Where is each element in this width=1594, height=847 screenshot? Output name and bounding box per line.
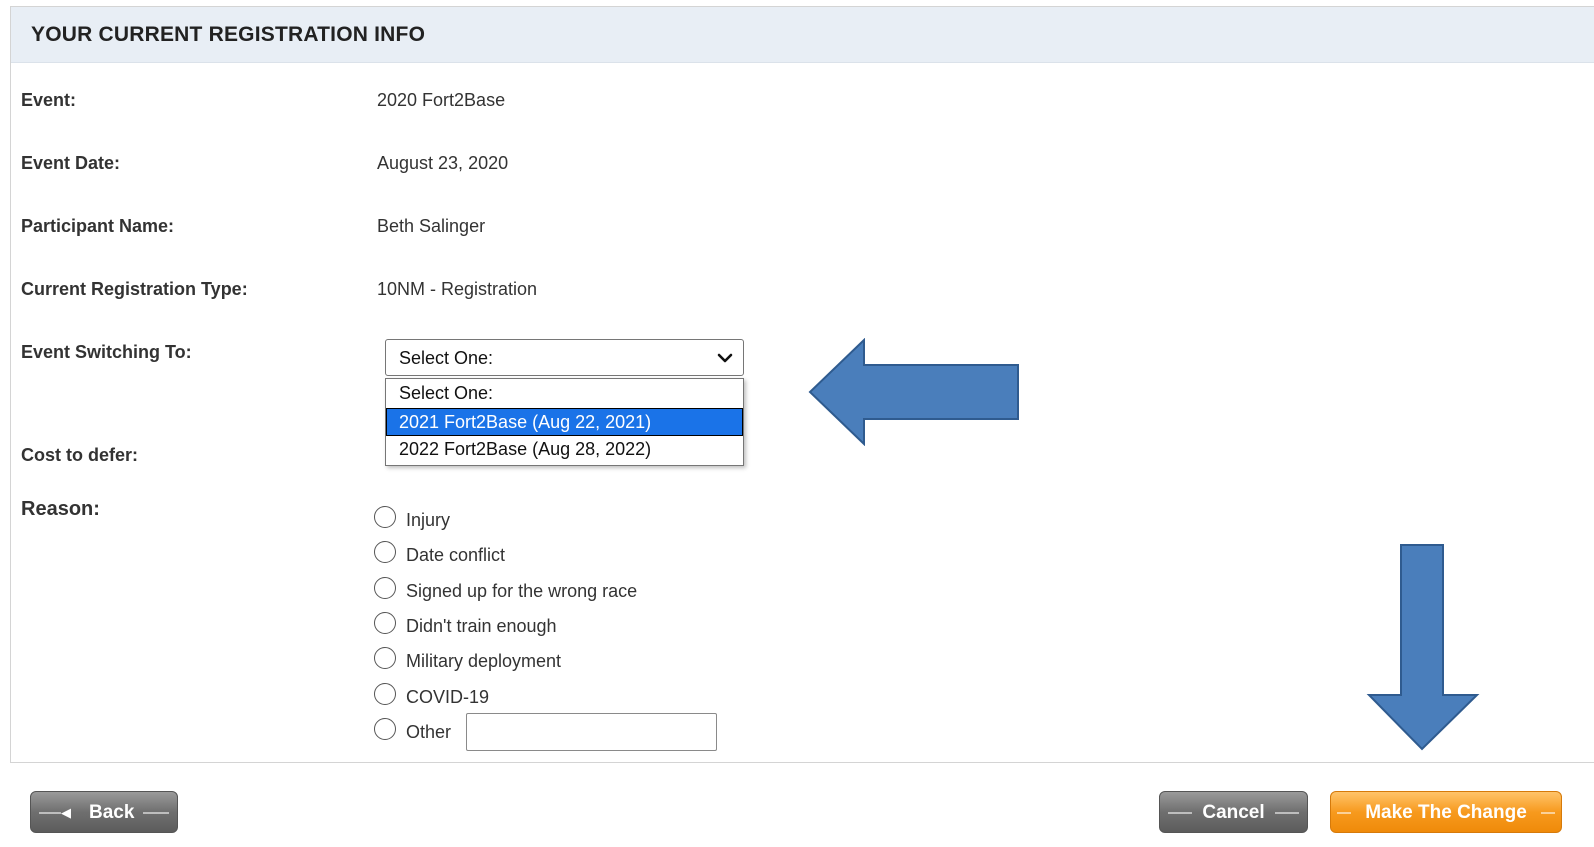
cancel-button-label: Cancel — [1202, 802, 1265, 823]
back-arrow-icon: ◀ — [61, 805, 71, 820]
left-arrow-annotation-icon — [808, 338, 1019, 446]
event-switching-select[interactable]: Select One: — [385, 339, 744, 376]
panel-title: YOUR CURRENT REGISTRATION INFO — [31, 23, 426, 46]
registration-panel: YOUR CURRENT REGISTRATION INFO — [10, 6, 1594, 763]
participant-name-value: Beth Salinger — [377, 216, 486, 236]
radio-button[interactable] — [374, 541, 396, 563]
event-value: 2020 Fort2Base — [377, 90, 506, 110]
reason-label-text: Signed up for the wrong race — [406, 581, 638, 601]
chevron-down-icon — [717, 353, 733, 363]
cost-to-defer-label: Cost to defer: — [21, 445, 138, 465]
make-the-change-label: Make The Change — [1365, 802, 1527, 823]
radio-button[interactable] — [374, 683, 396, 705]
event-label: Event: — [21, 90, 77, 110]
radio-button[interactable] — [374, 612, 396, 634]
panel-header: YOUR CURRENT REGISTRATION INFO — [11, 7, 1594, 63]
event-option-select-one[interactable]: Select One: — [387, 380, 742, 406]
radio-button[interactable] — [374, 647, 396, 669]
other-reason-input[interactable] — [466, 713, 717, 751]
event-date-value: August 23, 2020 — [377, 153, 509, 173]
reason-label-text: Military deployment — [406, 651, 562, 671]
registration-type-label: Current Registration Type: — [21, 279, 248, 299]
down-arrow-annotation-icon — [1366, 544, 1480, 751]
event-select-value: Select One: — [399, 348, 494, 368]
reason-label-text: Date conflict — [406, 545, 506, 565]
registration-type-value: 10NM - Registration — [377, 279, 538, 299]
reason-label-text: Other — [406, 722, 452, 742]
event-option-2021[interactable]: 2021 Fort2Base (Aug 22, 2021) — [386, 408, 743, 436]
reason-label-text: Injury — [406, 510, 451, 530]
cancel-button[interactable]: Cancel — [1159, 791, 1308, 833]
event-option-2022[interactable]: 2022 Fort2Base (Aug 28, 2022) — [387, 436, 742, 462]
radio-button[interactable] — [374, 718, 396, 740]
back-button-label: Back — [89, 802, 135, 823]
event-date-label: Event Date: — [21, 153, 121, 173]
reason-label: Reason: — [21, 498, 100, 520]
back-button[interactable]: ◀ Back — [30, 791, 178, 833]
radio-button[interactable] — [374, 506, 396, 528]
radio-button[interactable] — [374, 577, 396, 599]
reason-label-text: COVID-19 — [406, 687, 490, 707]
event-switching-label: Event Switching To: — [21, 342, 192, 362]
event-select-dropdown: Select One: 2021 Fort2Base (Aug 22, 2021… — [385, 378, 744, 466]
reason-label-text: Didn't train enough — [406, 616, 557, 636]
participant-name-label: Participant Name: — [21, 216, 175, 236]
make-the-change-button[interactable]: Make The Change — [1330, 791, 1562, 833]
